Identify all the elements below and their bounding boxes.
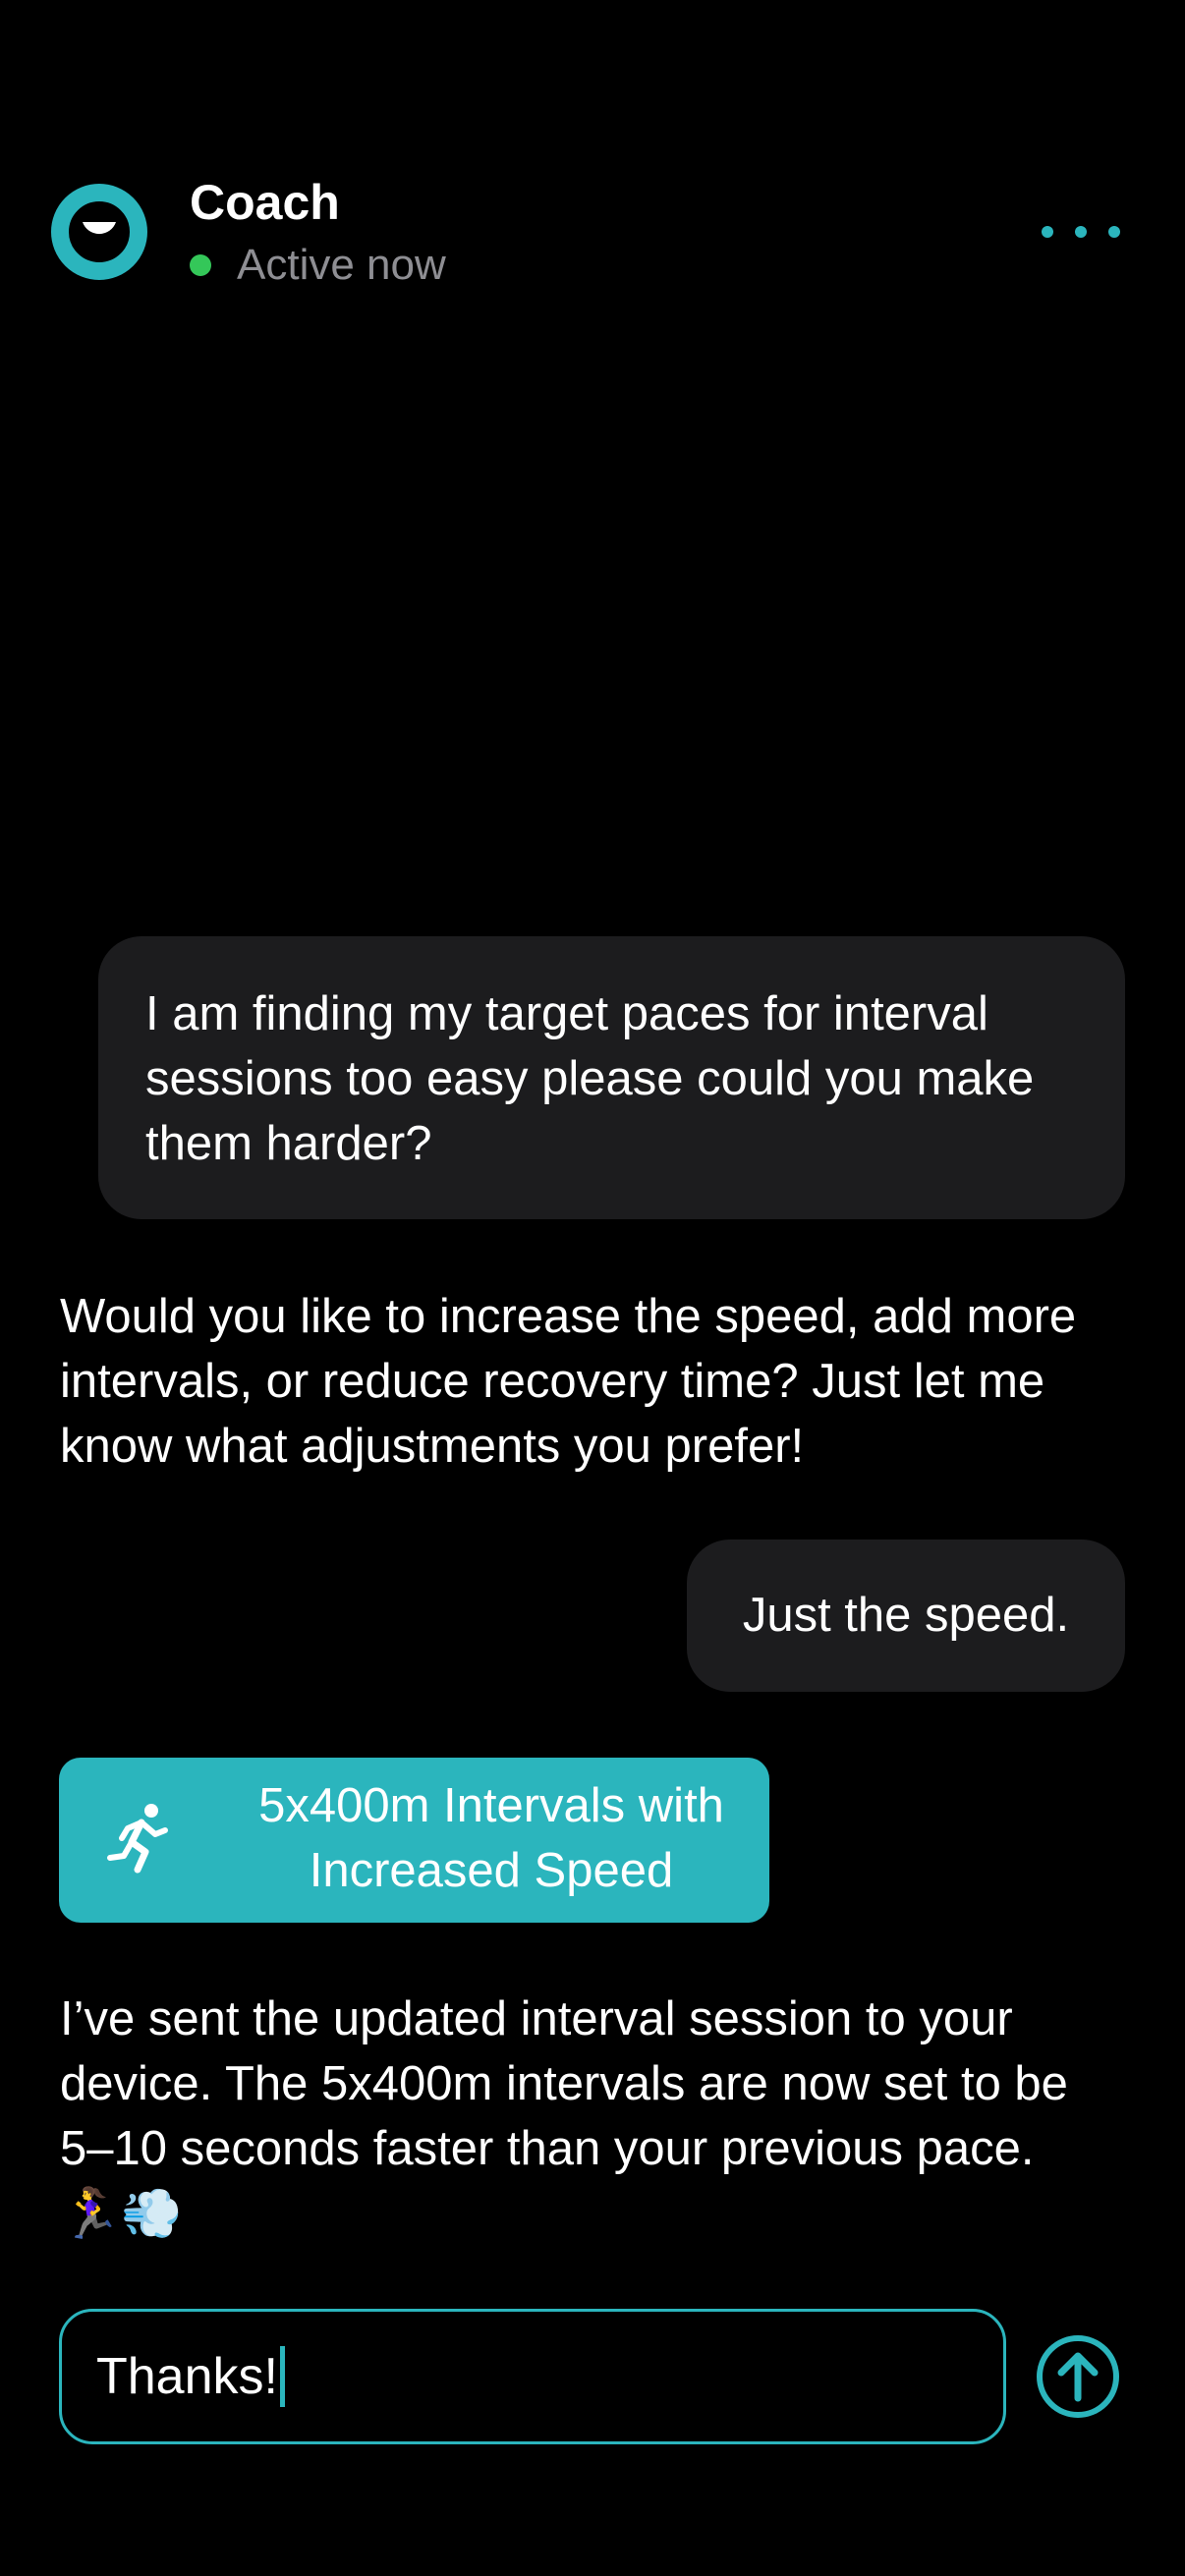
chat-header: Coach Active now [0,0,1185,314]
user-message-bubble: Just the speed. [687,1540,1125,1692]
status-text: Active now [237,241,446,289]
coach-message: I’ve sent the updated interval session t… [60,1992,1068,2175]
text-caret [279,2346,285,2407]
coach-logo-icon [51,184,147,280]
workout-card[interactable]: 5x400m Intervals with Increased Speed [59,1758,769,1923]
user-message-bubble: I am finding my target paces for interva… [98,936,1125,1219]
more-options-icon[interactable] [1042,206,1120,257]
workout-card-title: 5x400m Intervals with Increased Speed [258,1779,724,1897]
message-input-value: Thanks! [96,2348,278,2405]
runner-icon [107,1804,168,1874]
status-row: Active now [190,236,446,295]
status-dot [190,254,211,276]
emoji-reaction: 🏃‍♀️💨 [60,2186,183,2241]
send-arrow-up-icon[interactable] [1035,2333,1121,2420]
contact-name: Coach [190,175,340,230]
message-input[interactable]: Thanks! [59,2309,1006,2444]
coach-message: Would you like to increase the speed, ad… [60,1290,1077,1473]
